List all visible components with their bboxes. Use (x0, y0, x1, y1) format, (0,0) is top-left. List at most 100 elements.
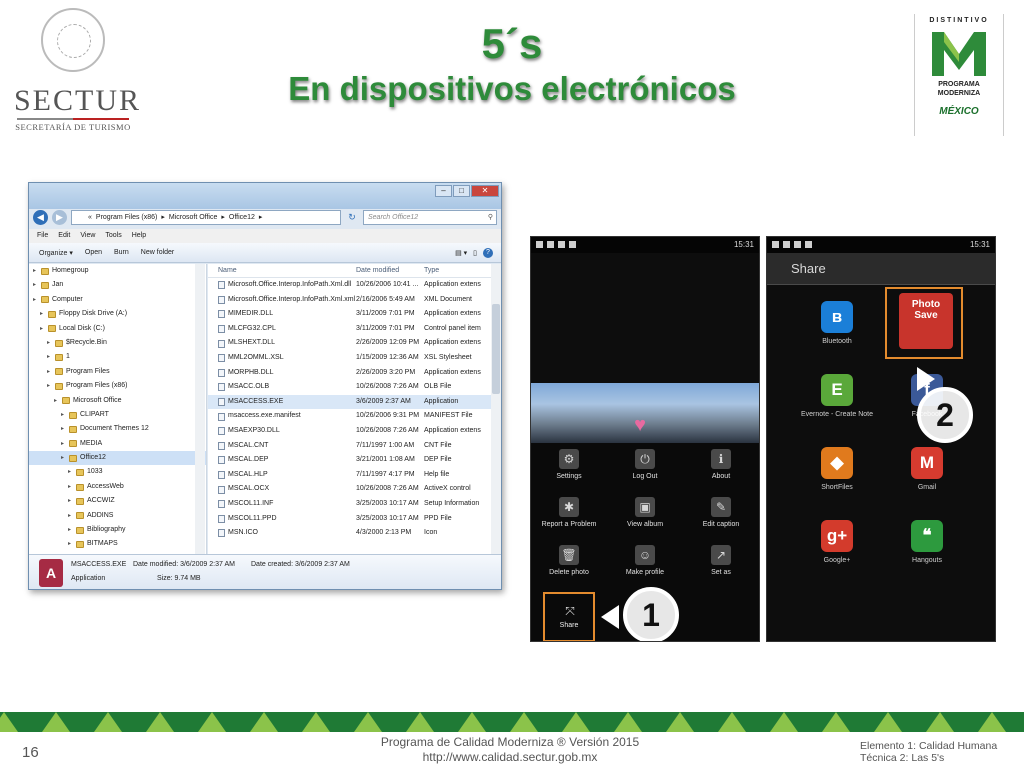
file-row[interactable]: MSCAL.DEP 3/21/2001 1:08 AM DEP File (208, 453, 501, 468)
file-row[interactable]: Microsoft.Office.Interop.InfoPath.Xml.xm… (208, 293, 501, 308)
address-part[interactable]: « (88, 214, 92, 221)
file-row[interactable]: MSCOL11.INF 3/25/2003 10:17 AM Setup Infor… (208, 497, 501, 512)
file-row[interactable]: MORPHB.DLL 2/26/2009 3:20 PM Application e… (208, 366, 501, 381)
file-row[interactable]: Microsoft.Office.Interop.InfoPath.Xml.dl… (208, 278, 501, 293)
burn-button[interactable]: Burn (114, 249, 129, 256)
expand-arrow-icon[interactable]: ▸ (61, 422, 69, 436)
share-option[interactable]: g+ Google+ (797, 520, 877, 565)
photo-menu-item[interactable]: ⚙ Settings (531, 449, 607, 480)
nav-tree-item[interactable]: ▸ Program Files (x86) (29, 379, 206, 393)
maximize-icon[interactable]: □ (453, 185, 470, 197)
address-part[interactable]: Microsoft Office (169, 214, 218, 221)
address-part[interactable]: Office12 (229, 214, 255, 221)
forward-icon[interactable]: ▶ (52, 209, 67, 225)
photo-menu-item[interactable]: ✱ Report a Problem (531, 497, 607, 528)
share-button[interactable]: ⤧ Share (543, 592, 595, 641)
photo-menu-item[interactable]: 🗑 Delete photo (531, 545, 607, 576)
photo-menu-item[interactable]: ▣ View album (607, 497, 683, 528)
expand-arrow-icon[interactable]: ▸ (47, 379, 55, 393)
address-part[interactable]: ▸ (221, 214, 225, 221)
share-option[interactable]: ◆ ShortFiles (797, 447, 877, 492)
nav-tree-item[interactable]: ▸ $Recycle.Bin (29, 336, 206, 350)
menu-item[interactable]: View (80, 229, 95, 243)
photo-menu-item[interactable]: ☺ Make profile (607, 545, 683, 576)
file-row[interactable]: msaccess.exe.manifest 10/26/2006 9:31 PM M… (208, 409, 501, 424)
photo-menu-item[interactable]: ⏻ Log Out (607, 449, 683, 480)
nav-tree-item[interactable]: ▸ 1033 (29, 465, 206, 479)
nav-tree-item[interactable]: ▸ Microsoft Office (29, 394, 206, 408)
address-part[interactable]: ▸ (259, 214, 263, 221)
share-option[interactable]: E Evernote - Create Note (797, 374, 877, 419)
expand-arrow-icon[interactable]: ▸ (68, 537, 76, 551)
nav-tree-item[interactable]: ▸ 1 (29, 350, 206, 364)
file-row[interactable]: MSACC.OLB 10/26/2008 7:26 AM OLB File (208, 380, 501, 395)
file-row[interactable]: MSCOL11.PPD 3/25/2003 10:17 AM PPD File (208, 512, 501, 527)
expand-arrow-icon[interactable]: ▸ (68, 523, 76, 537)
expand-arrow-icon[interactable]: ▸ (68, 509, 76, 523)
nav-scrollbar[interactable] (195, 264, 205, 554)
help-icon[interactable]: ? (483, 247, 493, 258)
expand-arrow-icon[interactable]: ▸ (33, 264, 41, 278)
expand-arrow-icon[interactable]: ▸ (68, 494, 76, 508)
nav-tree-item[interactable]: ▸ Office12 (29, 451, 206, 466)
nav-tree-item[interactable]: ▸ Floppy Disk Drive (A:) (29, 307, 206, 321)
nav-tree-item[interactable]: ▸ Document Themes 12 (29, 422, 206, 436)
menu-item[interactable]: File (37, 229, 48, 243)
open-button[interactable]: Open (85, 249, 102, 256)
expand-arrow-icon[interactable]: ▸ (47, 336, 55, 350)
file-row[interactable]: MSAEXP30.DLL 10/26/2008 7:26 AM Applicatio… (208, 424, 501, 439)
nav-tree-item[interactable]: ▸ Bibliography (29, 523, 206, 537)
expand-arrow-icon[interactable]: ▸ (61, 437, 69, 451)
column-type[interactable]: Type (424, 264, 490, 277)
menu-item[interactable]: Help (132, 229, 146, 243)
expand-arrow-icon[interactable]: ▸ (54, 394, 62, 408)
nav-tree-item[interactable]: ▸ BITMAPS (29, 537, 206, 551)
search-input[interactable]: Search Office12 ⚲ (363, 209, 497, 225)
file-row[interactable]: MLCFG32.CPL 3/11/2009 7:01 PM Control pane… (208, 322, 501, 337)
column-name[interactable]: Name (208, 264, 356, 277)
file-row[interactable]: MSACCESS.EXE 3/6/2009 2:37 AM Application (208, 394, 501, 410)
expand-arrow-icon[interactable]: ▸ (33, 278, 41, 292)
expand-arrow-icon[interactable]: ▸ (47, 350, 55, 364)
menu-item[interactable]: Edit (58, 229, 70, 243)
expand-arrow-icon[interactable]: ▸ (47, 365, 55, 379)
share-option[interactable]: M Gmail (887, 447, 967, 492)
file-row[interactable]: MLSHEXT.DLL 2/26/2009 12:09 PM Application… (208, 336, 501, 351)
close-icon[interactable]: ✕ (471, 185, 499, 197)
organize-button[interactable]: Organize ▾ (39, 249, 73, 257)
nav-tree-item[interactable]: ▸ Computer (29, 293, 206, 307)
nav-tree-item[interactable]: ▸ Homegroup (29, 264, 206, 278)
new-folder-button[interactable]: New folder (141, 249, 174, 256)
photo-menu-item[interactable]: ↗ Set as (683, 545, 759, 576)
nav-tree-item[interactable]: ▸ CLIPART (29, 408, 206, 422)
nav-tree-item[interactable]: ▸ Jan (29, 278, 206, 292)
back-icon[interactable]: ◀ (33, 209, 48, 225)
expand-arrow-icon[interactable]: ▸ (40, 322, 48, 336)
footer-url[interactable]: http://www.calidad.sectur.gob.mx (340, 750, 680, 765)
photo-menu-item[interactable]: ℹ About (683, 449, 759, 480)
nav-tree-item[interactable]: ▸ Program Files (29, 365, 206, 379)
photo-menu-item[interactable]: ✎ Edit caption (683, 497, 759, 528)
file-row[interactable]: MSCAL.OCX 10/26/2008 7:26 AM ActiveX contr… (208, 482, 501, 497)
expand-arrow-icon[interactable]: ▸ (68, 480, 76, 494)
photo-save-option[interactable]: Photo Save (885, 287, 963, 359)
expand-arrow-icon[interactable]: ▸ (40, 307, 48, 321)
expand-arrow-icon[interactable]: ▸ (61, 408, 69, 422)
address-bar[interactable]: «Program Files (x86) ▸ Microsoft Office ▸ Of… (71, 209, 341, 225)
nav-tree-item[interactable]: ▸ ADDINS (29, 509, 206, 523)
share-option[interactable]: ❝ Hangouts (887, 520, 967, 565)
expand-arrow-icon[interactable]: ▸ (33, 293, 41, 307)
minimize-icon[interactable]: – (435, 185, 452, 197)
share-option[interactable]: ʙ Bluetooth (797, 301, 877, 346)
menu-item[interactable]: Tools (105, 229, 121, 243)
refresh-icon[interactable]: ↻ (345, 212, 359, 223)
preview-pane-icon[interactable]: ▯ (473, 249, 477, 257)
expand-arrow-icon[interactable]: ▸ (68, 465, 76, 479)
column-date-modified[interactable]: Date modified (356, 264, 424, 277)
scrollbar-thumb[interactable] (492, 304, 500, 394)
file-row[interactable]: MSCAL.CNT 7/11/1997 1:00 AM CNT File (208, 439, 501, 454)
file-row[interactable]: MSCAL.HLP 7/11/1997 4:17 PM Help file (208, 468, 501, 483)
expand-arrow-icon[interactable]: ▸ (61, 451, 69, 465)
nav-tree-item[interactable]: ▸ MEDIA (29, 437, 206, 451)
view-options-icon[interactable]: ▤ ▾ (455, 249, 467, 257)
